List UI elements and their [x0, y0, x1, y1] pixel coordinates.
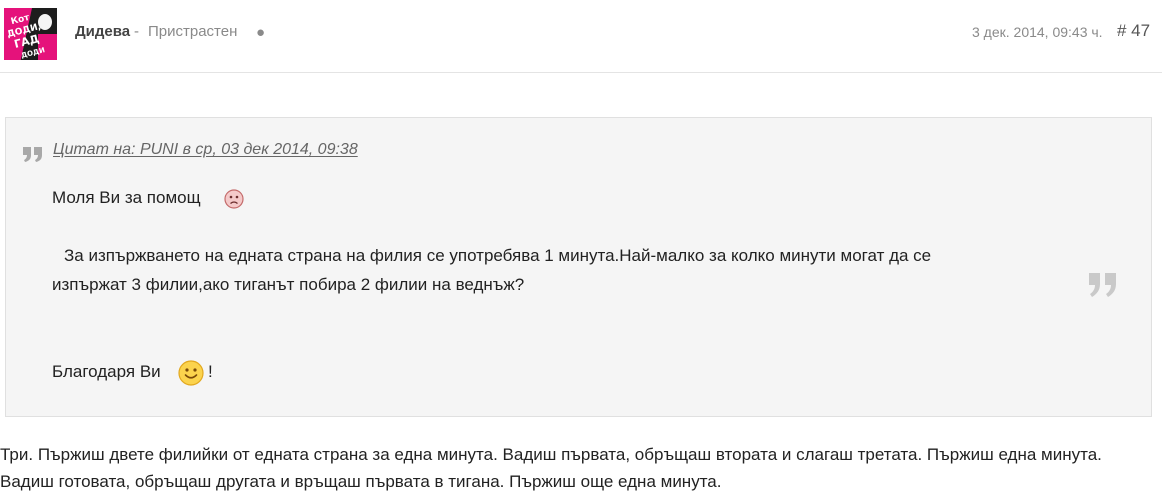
avatar-text-3: ГАД	[12, 32, 41, 51]
post-date: 3 дек. 2014, 09:43 ч.	[972, 24, 1103, 40]
quote-line-4: Благодаря Ви	[52, 362, 161, 381]
quote-line-3: изпържат 3 филии,ако тиганът побира 2 фи…	[52, 275, 525, 294]
online-status-dot-icon: ●	[256, 24, 266, 41]
post-author[interactable]: Дидева	[75, 23, 130, 40]
avatar[interactable]: Кот ДОДИ, ГАД ДОДИ	[4, 8, 57, 60]
quote-source-link[interactable]: Цитат на: PUNI в ср, 03 дек 2014, 09:38	[53, 141, 358, 159]
quote-close-icon	[1089, 273, 1116, 297]
quote-line-1: Моля Ви за помощ	[52, 188, 201, 207]
author-separator: -	[134, 23, 139, 40]
smile-face-icon	[178, 360, 204, 386]
post-number-link[interactable]: # 47	[1117, 21, 1150, 41]
quote-line-2: За изпържването на едната страна на фили…	[64, 246, 932, 265]
header-divider	[0, 72, 1162, 73]
sad-face-icon	[224, 189, 244, 209]
quote-line-4-end: !	[208, 362, 213, 381]
author-rank: Пристрастен	[148, 23, 238, 40]
post-body-text: Три. Пържиш двете филийки от едната стра…	[0, 445, 1102, 491]
quote-open-icon	[23, 147, 42, 162]
